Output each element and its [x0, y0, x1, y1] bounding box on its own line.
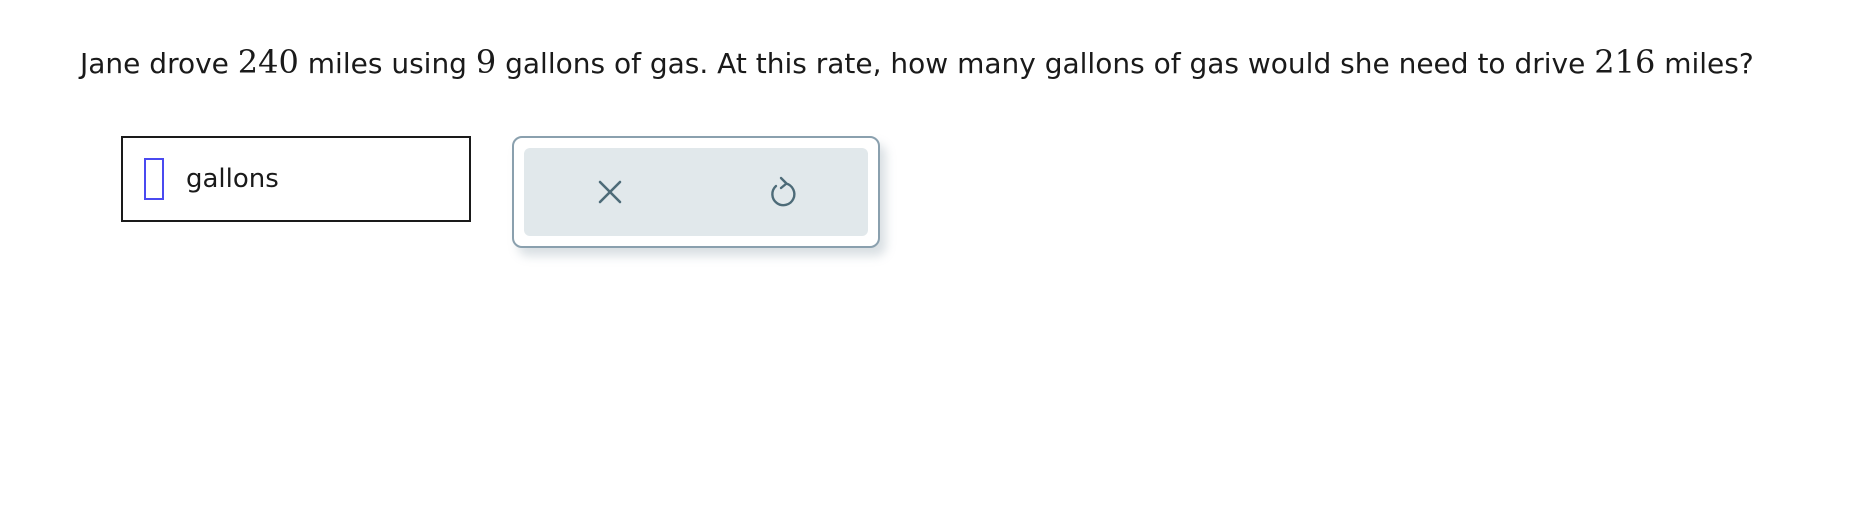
keypad-panel [512, 136, 880, 248]
gallons-used-value: 9 [475, 43, 497, 81]
question-part-4: miles? [1655, 47, 1754, 80]
answer-unit-label: gallons [186, 164, 279, 194]
answer-input[interactable]: gallons [121, 136, 471, 222]
undo-icon [771, 176, 796, 207]
question-part-3: gallons of gas. At this rate, how many g… [496, 47, 1595, 80]
question-part-1: Jane drove [80, 47, 238, 80]
answer-entry-slot[interactable] [144, 158, 164, 200]
undo-button[interactable] [752, 162, 812, 222]
miles-driven-value: 240 [237, 43, 299, 81]
question-text: Jane drove 240 miles using 9 gallons of … [80, 40, 1754, 86]
target-miles-value: 216 [1594, 43, 1656, 81]
keypad-inner [524, 148, 868, 236]
close-icon [598, 180, 622, 204]
question-part-2: miles using [298, 47, 476, 80]
clear-button[interactable] [580, 162, 640, 222]
